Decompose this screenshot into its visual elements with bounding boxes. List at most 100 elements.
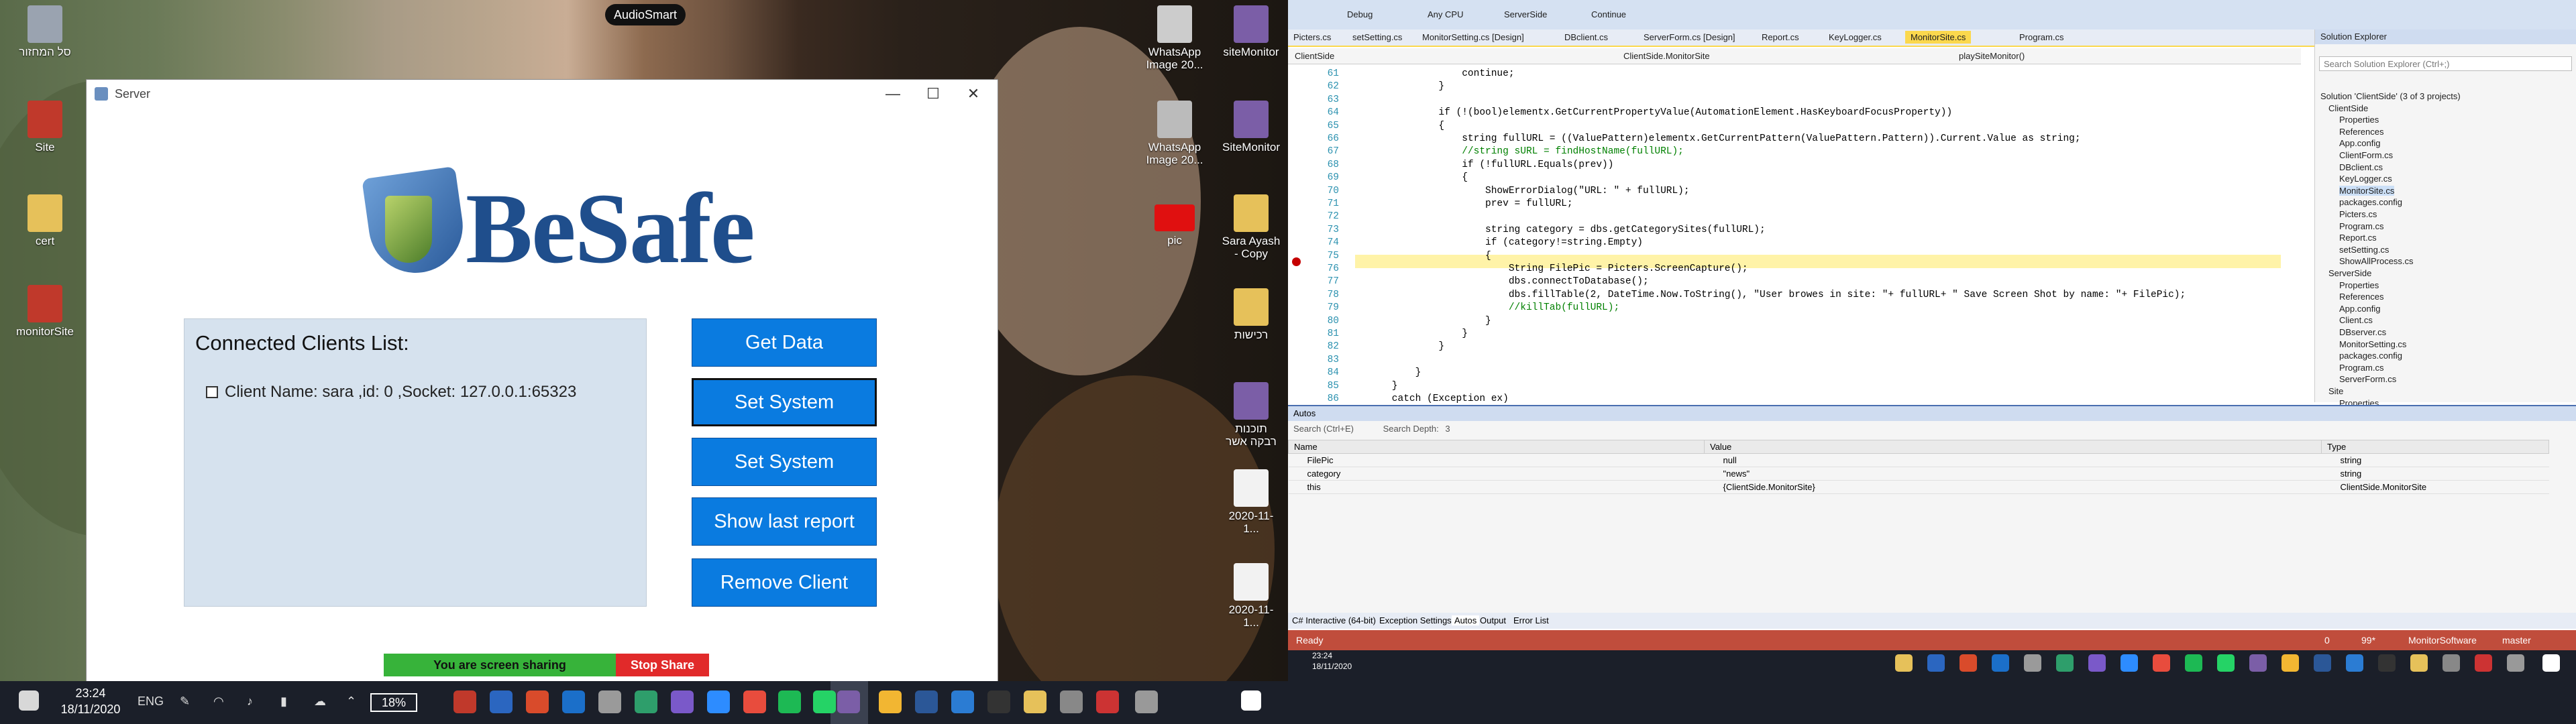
edge-icon[interactable]: [562, 690, 585, 713]
nav-method[interactable]: playSiteMonitor(): [1959, 51, 2025, 61]
usb-icon[interactable]: ▮: [280, 695, 287, 709]
stop-share-button[interactable]: Stop Share: [616, 654, 709, 676]
spotify-icon[interactable]: [2185, 654, 2202, 672]
folder-icon[interactable]: [2410, 654, 2428, 672]
powerpoint-icon[interactable]: [453, 690, 476, 713]
desktop-icon-whatsapp-2[interactable]: WhatsApp Image 20...: [1144, 101, 1205, 166]
zoom-icon[interactable]: [2121, 654, 2138, 672]
code-line[interactable]: }: [1368, 341, 1444, 352]
code-line[interactable]: if (!(bool)elementx.GetCurrentPropertyVa…: [1368, 107, 1952, 118]
column-name[interactable]: Name: [1288, 440, 1705, 454]
desktop-icon-monitorsite[interactable]: monitorSite: [15, 285, 75, 338]
code-line[interactable]: {: [1368, 172, 1468, 183]
solution-tree-item[interactable]: Properties: [2339, 115, 2379, 125]
minimize-button[interactable]: —: [879, 85, 906, 103]
status-repo[interactable]: MonitorSoftware: [2408, 635, 2477, 646]
tab-error-list[interactable]: Error List: [1513, 615, 1549, 625]
office-icon[interactable]: [1960, 654, 1977, 672]
solution-tree-item[interactable]: Site: [2328, 386, 2343, 396]
code-line[interactable]: String FilePic = Picters.ScreenCapture()…: [1368, 263, 1748, 274]
toolbar-debug[interactable]: Debug: [1347, 9, 1373, 19]
app-icon-misc[interactable]: [1096, 690, 1119, 713]
status-warnings[interactable]: 99*: [2361, 635, 2375, 646]
tab-picters[interactable]: Picters.cs: [1293, 32, 1331, 42]
tab-report[interactable]: Report.cs: [1762, 32, 1799, 42]
code-line[interactable]: string fullURL = ((ValuePattern)elementx…: [1368, 133, 2080, 144]
app-icon-red[interactable]: [743, 690, 766, 713]
code-line[interactable]: }: [1368, 81, 1444, 92]
tab-exception-settings[interactable]: Exception Settings: [1379, 615, 1452, 625]
audiosmart-badge[interactable]: AudioSmart: [605, 4, 686, 25]
solution-tree-item[interactable]: ClientSide: [2328, 103, 2368, 113]
calculator-icon[interactable]: [2443, 654, 2460, 672]
cloud-icon[interactable]: ☁: [314, 695, 326, 709]
solution-tree-item[interactable]: Program.cs: [2339, 221, 2383, 231]
maximize-button[interactable]: ☐: [920, 85, 947, 103]
terminal-icon[interactable]: [987, 690, 1010, 713]
code-line[interactable]: prev = fullURL;: [1368, 198, 1573, 209]
tab-keylogger[interactable]: KeyLogger.cs: [1829, 32, 1882, 42]
solution-tree-item[interactable]: KeyLogger.cs: [2339, 174, 2392, 184]
show-last-report-button[interactable]: Show last report: [692, 497, 877, 546]
code-line[interactable]: if (!fullURL.Equals(prev)): [1368, 160, 1613, 170]
desktop-icon-screenshot-1[interactable]: 2020-11-1...: [1221, 469, 1281, 535]
code-line[interactable]: {: [1368, 121, 1444, 131]
solution-tree-item[interactable]: Properties: [2339, 280, 2379, 290]
app-icon-misc[interactable]: [2475, 654, 2492, 672]
code-line[interactable]: }: [1368, 381, 1398, 391]
word-icon[interactable]: [2314, 654, 2331, 672]
pen-icon[interactable]: ✎: [180, 695, 190, 709]
solution-tree-item[interactable]: Program.cs: [2339, 363, 2383, 373]
office-icon[interactable]: [526, 690, 549, 713]
code-line[interactable]: //killTab(fullURL);: [1368, 302, 1619, 313]
battery-indicator[interactable]: 18%: [370, 693, 417, 712]
skype-icon[interactable]: [1927, 654, 1945, 672]
solution-tree-item[interactable]: packages.config: [2339, 197, 2402, 207]
desktop-icon-recycle-bin[interactable]: סל המחזור: [15, 5, 75, 58]
desktop-icon-cert[interactable]: cert: [15, 194, 75, 247]
solution-tree-item[interactable]: Solution 'ClientSide' (3 of 3 projects): [2320, 91, 2461, 101]
solution-tree-item[interactable]: MonitorSite.cs: [2339, 185, 2395, 196]
chevron-up-icon[interactable]: ⌃: [346, 695, 356, 709]
nav-class[interactable]: ClientSide.MonitorSite: [1623, 51, 1710, 61]
tab-serverform-design[interactable]: ServerForm.cs [Design]: [1644, 32, 1735, 42]
solution-tree-item[interactable]: App.config: [2339, 304, 2380, 314]
set-system-button-2[interactable]: Set System: [692, 438, 877, 486]
search-depth-value[interactable]: 3: [1445, 424, 1450, 434]
code-line[interactable]: string category = dbs.getCategorySites(f…: [1368, 225, 1766, 235]
tab-monitorsetting-design[interactable]: MonitorSetting.cs [Design]: [1422, 32, 1524, 42]
toolbar-cpu[interactable]: Any CPU: [1428, 9, 1463, 19]
skype-icon[interactable]: [490, 690, 513, 713]
server-titlebar[interactable]: Server: [87, 80, 998, 108]
code-line[interactable]: }: [1368, 367, 1421, 378]
solution-tree-item[interactable]: DBserver.cs: [2339, 327, 2386, 337]
desktop-icon-whatsapp-1[interactable]: WhatsApp Image 20...: [1144, 5, 1205, 71]
code-line[interactable]: {: [1368, 251, 1491, 261]
desktop-icon-sitemonitor-vs[interactable]: siteMonitor: [1221, 5, 1281, 58]
calculator-icon[interactable]: [1060, 690, 1083, 713]
toolbar-project[interactable]: ServerSide: [1504, 9, 1547, 19]
outlook-icon[interactable]: [2346, 654, 2363, 672]
table-row[interactable]: this {ClientSide.MonitorSite} ClientSide…: [1288, 480, 2549, 494]
camera-icon[interactable]: [2024, 654, 2041, 672]
autos-search-input[interactable]: Search (Ctrl+E): [1293, 424, 1354, 434]
camera-icon[interactable]: [598, 690, 621, 713]
solution-tree-item[interactable]: packages.config: [2339, 351, 2402, 361]
solution-tree-item[interactable]: ShowAllProcess.cs: [2339, 256, 2414, 266]
code-line[interactable]: if (category!=string.Empty): [1368, 237, 1643, 248]
file-explorer-icon[interactable]: [1024, 690, 1046, 713]
table-row[interactable]: category "news" string: [1288, 467, 2549, 481]
visual-studio-icon[interactable]: [2249, 654, 2267, 672]
terminal-icon[interactable]: [2378, 654, 2396, 672]
status-branch[interactable]: master: [2502, 635, 2531, 646]
table-row[interactable]: FilePic null string: [1288, 453, 2549, 467]
chrome-icon[interactable]: [2282, 654, 2299, 672]
tab-output[interactable]: Output: [1480, 615, 1506, 625]
code-line[interactable]: dbs.fillTable(2, DateTime.Now.ToString()…: [1368, 290, 2186, 300]
set-system-button-1[interactable]: Set System: [692, 378, 877, 426]
desktop-icon-pic[interactable]: pic: [1144, 204, 1205, 247]
code-line[interactable]: catch (Exception ex): [1368, 394, 1509, 404]
desktop-icon-site[interactable]: Site: [15, 101, 75, 154]
client-row[interactable]: Client Name: sara ,id: 0 ,Socket: 127.0.…: [206, 383, 576, 402]
nav-project[interactable]: ClientSide: [1295, 51, 1334, 61]
